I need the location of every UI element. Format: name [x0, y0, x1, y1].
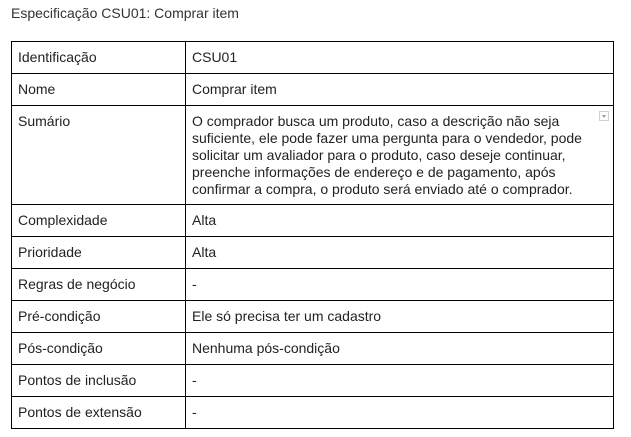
table-row: Nome Comprar item [11, 73, 614, 106]
table-row: Pós-condição Nenhuma pós-condição [11, 332, 614, 365]
table-row: Pontos de inclusão - [11, 364, 614, 397]
chevron-down-icon[interactable] [599, 111, 609, 121]
row-value-pos-condicao[interactable]: Nenhuma pós-condição [185, 332, 614, 365]
table-row: Complexidade Alta [11, 204, 614, 237]
page-title: Especificação CSU01: Comprar item [11, 5, 239, 21]
row-value-regras-de-negocio[interactable]: - [185, 268, 614, 301]
table-row: Sumário O comprador busca um produto, ca… [11, 105, 614, 205]
row-value-pontos-de-extensao[interactable]: - [185, 396, 614, 429]
row-value-prioridade[interactable]: Alta [185, 236, 614, 269]
row-value-complexidade[interactable]: Alta [185, 204, 614, 237]
row-label-sumario[interactable]: Sumário [11, 105, 186, 205]
row-value-sumario: O comprador busca um produto, caso a des… [192, 113, 582, 197]
row-label-pontos-de-extensao[interactable]: Pontos de extensão [11, 396, 186, 429]
table-row: Identificação CSU01 [11, 41, 614, 74]
row-value-identificacao[interactable]: CSU01 [185, 41, 614, 74]
row-label-pre-condicao[interactable]: Pré-condição [11, 300, 186, 333]
row-value-pontos-de-inclusao[interactable]: - [185, 364, 614, 397]
use-case-spec-table: Identificação CSU01 Nome Comprar item Su… [11, 41, 614, 429]
row-label-regras-de-negocio[interactable]: Regras de negócio [11, 268, 186, 301]
row-label-nome[interactable]: Nome [11, 73, 186, 106]
row-label-complexidade[interactable]: Complexidade [11, 204, 186, 237]
row-label-prioridade[interactable]: Prioridade [11, 236, 186, 269]
table-row: Regras de negócio - [11, 268, 614, 301]
table-row: Pré-condição Ele só precisa ter um cadas… [11, 300, 614, 333]
row-value-sumario-cell[interactable]: O comprador busca um produto, caso a des… [185, 105, 614, 205]
row-label-pos-condicao[interactable]: Pós-condição [11, 332, 186, 365]
row-value-pre-condicao[interactable]: Ele só precisa ter um cadastro [185, 300, 614, 333]
row-label-pontos-de-inclusao[interactable]: Pontos de inclusão [11, 364, 186, 397]
table-row: Prioridade Alta [11, 236, 614, 269]
row-value-nome[interactable]: Comprar item [185, 73, 614, 106]
table-row: Pontos de extensão - [11, 396, 614, 429]
row-label-identificacao[interactable]: Identificação [11, 41, 186, 74]
